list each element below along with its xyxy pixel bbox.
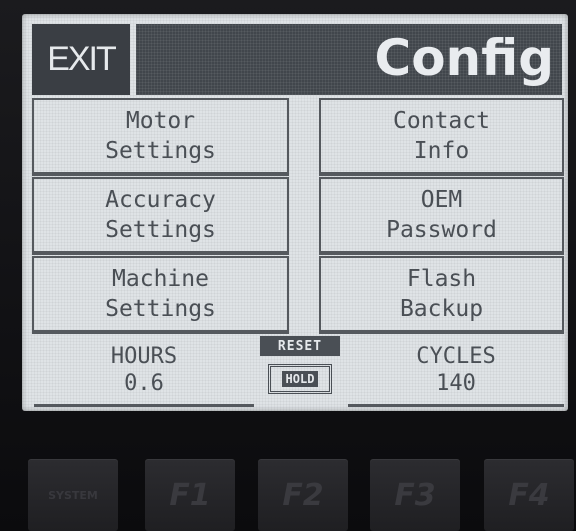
reset-control: RESET HOLD: [260, 336, 340, 402]
reset-label: RESET: [260, 336, 340, 356]
hours-label: HOURS: [110, 343, 178, 369]
hours-value: 0.6: [124, 370, 164, 396]
button-label-line-1: Machine: [112, 266, 209, 292]
button-label-line-2: Settings: [105, 138, 216, 164]
title-bar: Config: [136, 24, 562, 95]
cycles-value: 140: [436, 370, 476, 396]
header-bar: EXIT Config: [32, 24, 562, 95]
button-label-line-2: Info: [413, 138, 470, 164]
flash-backup-button[interactable]: Flash Backup: [319, 256, 564, 334]
hold-label: HOLD: [281, 371, 319, 387]
motor-settings-button[interactable]: Motor Settings: [32, 98, 289, 176]
button-label-line-1: Contact: [393, 108, 490, 134]
button-label-line-2: Settings: [105, 296, 216, 322]
hours-counter: HOURS 0.6: [34, 335, 254, 407]
hold-button[interactable]: HOLD: [268, 364, 332, 394]
button-label-line-1: Flash: [406, 266, 477, 292]
machine-settings-button[interactable]: Machine Settings: [32, 256, 289, 334]
system-key[interactable]: SYSTEM: [28, 459, 118, 531]
page-title: Config: [374, 29, 555, 87]
button-label-line-1: Accuracy: [105, 187, 216, 213]
contact-info-button[interactable]: Contact Info: [319, 98, 564, 176]
button-label-line-1: Motor: [125, 108, 196, 134]
button-label-line-2: Settings: [105, 217, 216, 243]
f4-key[interactable]: F4: [484, 459, 574, 531]
function-key-row: SYSTEM F1 F2 F3 F4: [0, 455, 576, 531]
f3-key[interactable]: F3: [370, 459, 460, 531]
exit-button[interactable]: EXIT: [32, 24, 130, 95]
cycles-counter: CYCLES 140: [348, 335, 564, 407]
button-label-line-2: Backup: [399, 296, 484, 322]
f2-key[interactable]: F2: [258, 459, 348, 531]
button-label-line-2: Password: [386, 217, 497, 243]
oem-password-button[interactable]: OEM Password: [319, 177, 564, 255]
lcd-screen: EXIT Config Motor Settings Accuracy Sett…: [22, 14, 568, 411]
cycles-label: CYCLES: [416, 343, 496, 369]
button-label-line-1: OEM: [420, 187, 463, 213]
accuracy-settings-button[interactable]: Accuracy Settings: [32, 177, 289, 255]
f1-key[interactable]: F1: [145, 459, 235, 531]
